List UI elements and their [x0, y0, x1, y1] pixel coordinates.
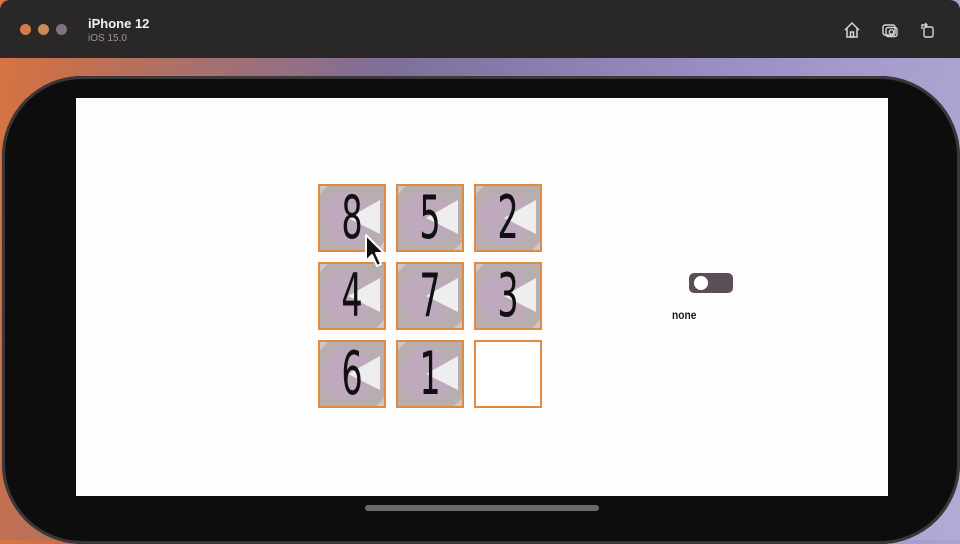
- screenshot-icon[interactable]: [880, 20, 900, 40]
- puzzle-tile[interactable]: 6: [318, 340, 386, 408]
- puzzle-tile[interactable]: 4: [318, 262, 386, 330]
- simulator-title-bar: iPhone 12 iOS 15.0: [0, 0, 960, 58]
- minimize-window-button[interactable]: [38, 24, 49, 35]
- device-name: iPhone 12: [88, 16, 150, 31]
- puzzle-tile[interactable]: 7: [396, 262, 464, 330]
- toggle-label: none: [672, 308, 697, 322]
- tile-number: 6: [341, 340, 363, 408]
- puzzle-tile[interactable]: 5: [396, 184, 464, 252]
- mouse-cursor-icon: [365, 234, 385, 267]
- toggle-knob: [694, 276, 708, 290]
- zoom-window-button[interactable]: [56, 24, 67, 35]
- empty-tile-slot[interactable]: [474, 340, 542, 408]
- puzzle-tile[interactable]: 3: [474, 262, 542, 330]
- home-icon[interactable]: [842, 20, 862, 40]
- home-indicator[interactable]: [365, 505, 599, 511]
- rotate-icon[interactable]: [918, 20, 938, 40]
- close-window-button[interactable]: [20, 24, 31, 35]
- puzzle-tile[interactable]: 1: [396, 340, 464, 408]
- tile-number: 2: [497, 184, 519, 252]
- tile-number: 7: [419, 262, 441, 330]
- tile-number: 1: [419, 340, 441, 408]
- sliding-puzzle-grid: 8 5 2 4 7 3 6 1: [318, 184, 546, 412]
- tile-number: 5: [419, 184, 441, 252]
- tile-number: 4: [341, 262, 363, 330]
- puzzle-tile[interactable]: 2: [474, 184, 542, 252]
- mode-toggle-switch[interactable]: [689, 273, 733, 293]
- tile-number: 3: [497, 262, 519, 330]
- os-version: iOS 15.0: [88, 33, 127, 44]
